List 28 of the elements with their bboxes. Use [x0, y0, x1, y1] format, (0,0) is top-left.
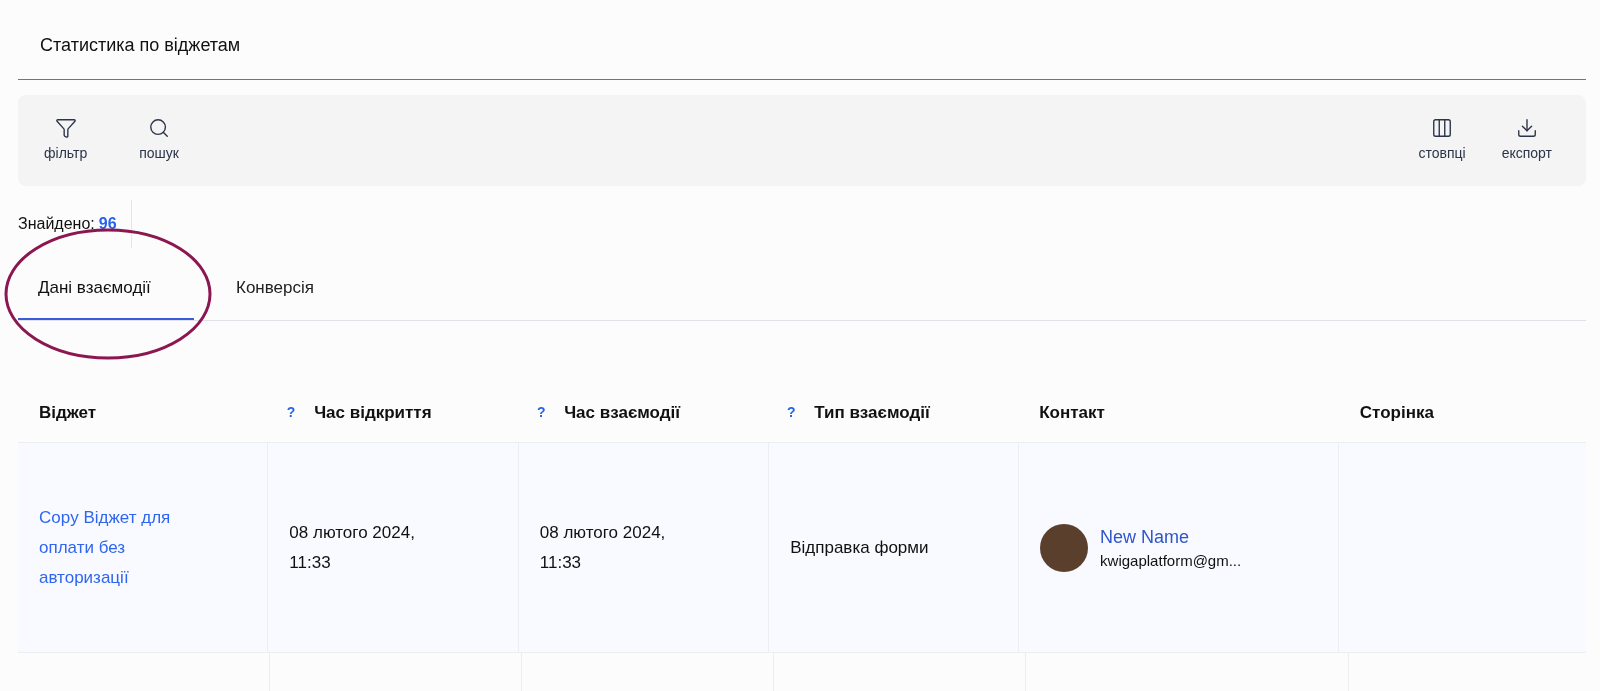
column-header: Тип взаємодії — [814, 401, 930, 424]
columns-button[interactable]: стовпці — [1402, 117, 1482, 164]
widget-link[interactable]: Copy Віджет для оплати без авторизації — [39, 502, 218, 593]
column-header: Контакт — [1039, 401, 1105, 424]
filter-button[interactable]: фільтр — [28, 117, 104, 164]
table-cell-text: Відправка форми — [790, 536, 929, 559]
help-icon[interactable]: ? — [526, 402, 557, 423]
search-button[interactable]: пошук — [123, 117, 195, 164]
column-header: Час взаємодії — [564, 401, 681, 424]
export-button[interactable]: експорт — [1485, 117, 1568, 164]
found-count: 96 — [98, 214, 117, 234]
table-cell-text: 08 лютого 2024, 11:33 — [539, 521, 667, 574]
help-icon[interactable]: ? — [776, 402, 807, 423]
found-label: Знайдено: — [18, 214, 95, 234]
column-header: Час відкриття — [314, 401, 432, 424]
column-header: Сторінка — [1359, 401, 1434, 424]
contact-email: kwigaplatform@gm... — [1100, 550, 1242, 571]
column-header: Віджет — [39, 401, 97, 424]
tab[interactable]: Конверсія — [194, 258, 356, 320]
columns-icon — [1431, 117, 1454, 139]
help-icon[interactable]: ? — [276, 402, 307, 423]
search-icon — [148, 117, 171, 139]
download-icon — [1515, 117, 1538, 139]
contact-name-link[interactable]: New Name — [1100, 523, 1242, 550]
tab[interactable]: Дані взаємодії — [18, 258, 194, 320]
filter-icon — [54, 117, 77, 139]
page-title: Статистика по віджетам — [40, 34, 241, 57]
table-cell-text: 08 лютого 2024, 11:33 — [289, 521, 416, 574]
